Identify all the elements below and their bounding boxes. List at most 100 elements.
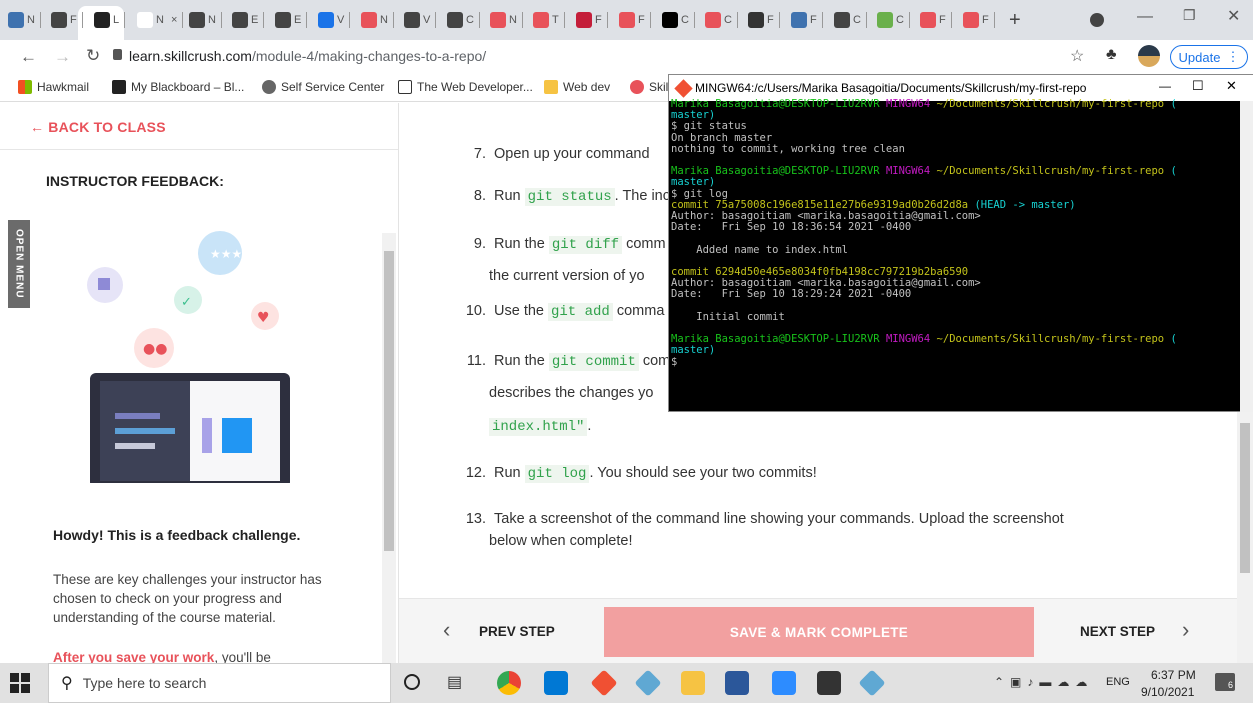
minimize-icon[interactable]: — [1137,8,1153,26]
step-text: Take a screenshot of the command line sh… [494,511,1064,527]
tab-separator [220,12,222,28]
tab-label: F [982,14,989,26]
browser-tab[interactable]: F [791,6,823,34]
url-path: /module-4/making-changes-to-a-repo/ [251,48,487,64]
terminal-minimize-icon[interactable]: — [1159,79,1171,93]
next-arrow-icon[interactable]: › [1182,617,1189,643]
feedback-title: INSTRUCTOR FEEDBACK: [46,173,224,189]
browser-tab[interactable]: N [8,6,41,34]
back-arrow-icon[interactable]: ← [20,47,37,67]
close-tab-icon[interactable]: × [171,14,177,26]
clock-date[interactable]: 9/10/2021 [1141,685,1194,699]
browser-tab[interactable]: C [662,6,695,34]
star-icon[interactable]: ☆ [1070,46,1084,66]
browser-tab[interactable]: L [94,6,126,34]
vscode-icon[interactable] [544,671,568,695]
browser-tab[interactable]: F [51,6,83,34]
new-tab-button[interactable]: + [1009,9,1021,32]
bookmark-web-developer[interactable]: The Web Developer... [398,80,533,94]
notification-icon[interactable]: 6 [1215,673,1235,691]
browser-tab[interactable]: F [748,6,780,34]
tab-separator [392,12,394,28]
taskbar-search[interactable]: ⚲ Type here to search [48,663,391,703]
zoom-icon[interactable] [772,671,796,695]
url-field[interactable]: learn.skillcrush.com/module-4/making-cha… [129,48,486,64]
browser-tab[interactable]: F [920,6,952,34]
browser-tab[interactable]: N [361,6,394,34]
open-menu-button[interactable]: OPEN MENU [8,220,30,308]
date: Date: Fri Sep 10 18:29:24 2021 -0400 [671,288,912,301]
browser-tab[interactable]: C [705,6,738,34]
git-logo-icon [674,78,693,98]
tab-separator [263,12,265,28]
krita-icon[interactable] [817,671,841,695]
profile-dot-icon[interactable] [1090,13,1104,27]
terminal-close-icon[interactable]: ✕ [1226,78,1237,94]
tab-separator [563,12,565,28]
browser-tab[interactable]: T [533,6,565,34]
browser-tab[interactable]: F [963,6,995,34]
cortana-icon[interactable] [404,674,420,690]
clock-time[interactable]: 6:37 PM [1151,668,1196,682]
prev-arrow-icon[interactable]: ‹ [443,617,450,643]
step-text: Open up your command [494,146,650,162]
bookmark-web-dev[interactable]: Web dev [544,80,610,94]
search-placeholder: Type here to search [82,675,207,691]
language-indicator[interactable]: ENG [1106,676,1130,688]
prev-step-button[interactable]: PREV STEP [479,624,555,639]
avatar[interactable] [1138,45,1160,67]
browser-tab[interactable]: V [404,6,437,34]
browser-tab[interactable]: C [834,6,867,34]
back-to-class-link[interactable]: ← BACK TO CLASS [30,119,166,135]
browser-tab[interactable]: E [275,6,308,34]
terminal-maximize-icon[interactable]: ☐ [1192,78,1204,94]
bookmark-blackboard[interactable]: My Blackboard – Bl... [112,80,244,94]
bookmark-hawkmail[interactable]: Hawkmail [18,80,89,94]
browser-tab[interactable]: E [232,6,265,34]
word-icon[interactable] [725,671,749,695]
bookmark-skillcrush[interactable]: Skil [630,80,668,94]
step-number: 10. [465,303,486,319]
svg-text:●●: ●● [143,341,167,357]
extensions-icon[interactable]: ♣ [1106,46,1117,64]
forward-arrow-icon[interactable]: → [54,47,71,67]
browser-tab[interactable]: C [877,6,910,34]
tab-icon-github [189,12,205,28]
author: Author: basagoitiam <marika.basagoitia@g… [671,277,981,290]
step-7: 7. Open up your command [456,146,650,162]
browser-tab[interactable]: N × [137,6,184,34]
file-explorer-icon[interactable] [681,671,705,695]
tab-separator [349,12,351,28]
bookmark-self-service[interactable]: Self Service Center [262,80,384,94]
save-mark-complete-button[interactable]: SAVE & MARK COMPLETE [604,607,1034,657]
browser-tab[interactable]: F [576,6,608,34]
restore-icon[interactable]: ❐ [1183,7,1196,24]
git-bash-window[interactable]: MINGW64:/c/Users/Marika Basagoitia/Docum… [668,74,1253,412]
left-scroll-thumb[interactable] [384,251,394,551]
chrome-icon[interactable] [497,671,521,695]
browser-tab[interactable]: F [619,6,651,34]
browser-tab[interactable]: V [318,6,351,34]
browser-tab[interactable]: N [189,6,222,34]
reload-icon[interactable]: ↻ [86,46,100,66]
sourcetree-icon[interactable] [858,669,886,697]
commit-msg: Added name to index.html [671,243,849,256]
browser-tab[interactable]: C [447,6,480,34]
git-icon[interactable] [590,669,618,697]
terminal-scrollbar[interactable] [1240,101,1253,412]
task-view-icon[interactable]: ▤ [447,672,462,692]
tab-label: T [552,14,559,26]
tab-icon-w [834,12,850,28]
next-step-button[interactable]: NEXT STEP [1080,624,1155,639]
close-window-icon[interactable]: ✕ [1227,6,1240,26]
system-tray-icons[interactable]: ⌃▣♪▬☁☁ [994,675,1093,689]
tab-icon-github [447,12,463,28]
howdy-heading: Howdy! This is a feedback challenge. [53,527,301,543]
update-button[interactable]: Update ⋮ [1170,45,1248,69]
git-gui-icon[interactable] [634,669,662,697]
browser-tab[interactable]: N [490,6,523,34]
content-scroll-thumb[interactable] [1240,423,1250,573]
tab-label: C [724,14,732,26]
start-button[interactable] [10,673,30,693]
tab-label: N [27,14,35,26]
